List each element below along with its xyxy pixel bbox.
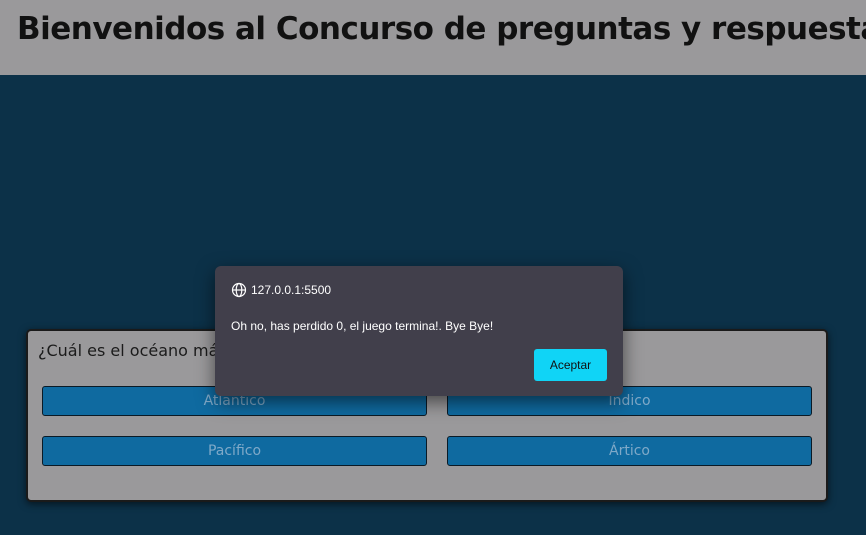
page-title: Bienvenidos al Concurso de preguntas y r… (17, 11, 866, 47)
dialog-origin: 127.0.0.1:5500 (231, 282, 331, 298)
question-text: ¿Cuál es el océano más (38, 341, 227, 360)
dialog-message: Oh no, has perdido 0, el juego termina!.… (231, 319, 494, 333)
page-header: Bienvenidos al Concurso de preguntas y r… (0, 0, 866, 75)
dialog-origin-text: 127.0.0.1:5500 (251, 283, 332, 297)
alert-dialog: 127.0.0.1:5500 Oh no, has perdido 0, el … (215, 266, 623, 396)
answer-button-3[interactable]: Pacífico (42, 436, 427, 466)
answer-button-4[interactable]: Ártico (447, 436, 812, 466)
accept-button[interactable]: Aceptar (534, 349, 607, 381)
globe-icon (231, 282, 247, 298)
